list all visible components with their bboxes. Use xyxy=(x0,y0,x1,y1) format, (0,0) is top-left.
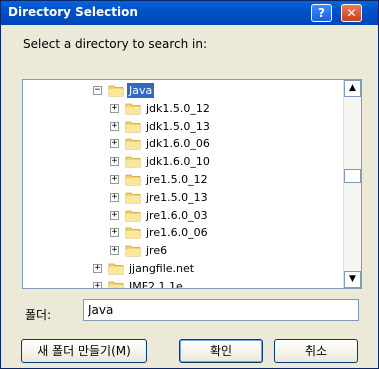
cancel-button[interactable]: 취소 xyxy=(274,339,358,363)
folder-icon xyxy=(125,174,141,186)
folder-icon xyxy=(125,245,141,257)
folder-icon xyxy=(125,103,141,115)
tree-item[interactable]: − Java xyxy=(23,82,343,100)
folder-icon xyxy=(108,263,124,275)
ok-button[interactable]: 확인 xyxy=(179,339,263,363)
tree-item-label: jre1.5.0_12 xyxy=(146,173,208,186)
folder-icon xyxy=(125,121,141,132)
tree-item-label: jdk1.5.0_12 xyxy=(146,101,210,115)
vertical-scrollbar[interactable]: ▲ ▼ xyxy=(343,80,361,288)
help-button[interactable]: ? xyxy=(311,4,332,22)
tree-item[interactable]: + jdk1.6.0_10 xyxy=(23,153,343,171)
expand-icon[interactable]: + xyxy=(110,210,119,220)
close-button[interactable]: ✕ xyxy=(341,4,362,22)
tree-item-label: jre1.5.0_13 xyxy=(146,190,208,204)
tree-item[interactable]: + jre1.6.0_03 xyxy=(23,207,343,225)
tree-item-label: jjangfile.net xyxy=(129,262,195,275)
new-folder-button[interactable]: 새 폴더 만들기(M) xyxy=(21,339,147,363)
expand-icon[interactable]: + xyxy=(110,157,119,167)
scroll-up-button[interactable]: ▲ xyxy=(344,80,361,97)
tree-item[interactable]: + JMF2.1.1e xyxy=(23,278,343,289)
expand-icon[interactable]: + xyxy=(93,264,102,273)
folder-icon xyxy=(125,156,141,168)
tree-item[interactable]: + jdk1.5.0_12 xyxy=(23,100,343,118)
collapse-icon[interactable]: − xyxy=(93,86,102,95)
tree-item-label: jre1.6.0_03 xyxy=(146,208,208,222)
tree-item-label: jre6 xyxy=(146,244,168,258)
scroll-thumb[interactable] xyxy=(344,169,361,183)
tree-item-label: Java xyxy=(127,83,155,98)
expand-icon[interactable]: + xyxy=(110,192,119,202)
expand-icon[interactable]: + xyxy=(110,121,119,131)
folder-icon xyxy=(125,210,141,221)
tree-item-label: jdk1.5.0_13 xyxy=(146,119,210,133)
tree-item-label: jdk1.6.0_06 xyxy=(146,137,210,151)
tree-item[interactable]: + jre1.6.0_06 xyxy=(23,224,343,242)
tree-item-label: jdk1.6.0_10 xyxy=(146,155,210,169)
directory-tree[interactable]: − Java + jdk1.5.0_12 + jdk1.5.0_13 + jdk1.6.0_0… xyxy=(22,79,362,289)
expand-icon[interactable]: + xyxy=(110,228,119,238)
tree-item[interactable]: + jjangfile.net xyxy=(23,260,343,278)
tree-item[interactable]: + jdk1.5.0_13 xyxy=(23,118,343,136)
tree-item[interactable]: + jdk1.6.0_06 xyxy=(23,135,343,153)
folder-icon xyxy=(125,138,141,150)
tree-item-label: jre1.6.0_06 xyxy=(146,226,208,240)
directory-selection-dialog: Directory Selection ? ✕ Select a directo… xyxy=(0,0,379,369)
tree-item-label: JMF2.1.1e xyxy=(129,279,183,289)
title-bar[interactable]: Directory Selection ? ✕ xyxy=(1,1,378,25)
expand-icon[interactable]: + xyxy=(110,103,119,113)
folder-icon xyxy=(108,85,124,97)
dialog-title: Directory Selection xyxy=(8,5,138,19)
tree-item[interactable]: + jre1.5.0_13 xyxy=(23,189,343,207)
expand-icon[interactable]: + xyxy=(93,281,102,288)
tree-item[interactable]: + jre6 xyxy=(23,242,343,260)
expand-icon[interactable]: + xyxy=(110,139,119,149)
folder-icon xyxy=(125,192,141,204)
scroll-down-button[interactable]: ▼ xyxy=(344,271,361,288)
expand-icon[interactable]: + xyxy=(110,246,119,256)
folder-icon xyxy=(108,281,124,288)
folder-input[interactable] xyxy=(83,299,359,321)
folder-icon xyxy=(125,227,141,239)
expand-icon[interactable]: + xyxy=(110,175,119,184)
prompt-text: Select a directory to search in: xyxy=(23,37,208,51)
folder-label: 폴더: xyxy=(25,308,52,322)
tree-item[interactable]: + jre1.5.0_12 xyxy=(23,171,343,189)
